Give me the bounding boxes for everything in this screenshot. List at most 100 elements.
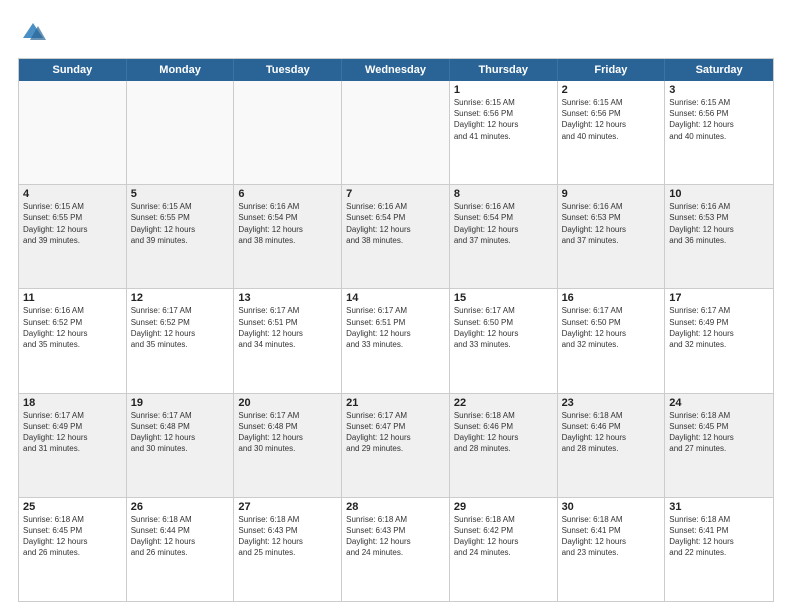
day-number: 20 xyxy=(238,397,337,409)
logo xyxy=(18,18,52,48)
calendar-week-4: 25Sunrise: 6:18 AM Sunset: 6:45 PM Dayli… xyxy=(19,498,773,601)
calendar-week-0: 1Sunrise: 6:15 AM Sunset: 6:56 PM Daylig… xyxy=(19,81,773,185)
cell-info: Sunrise: 6:17 AM Sunset: 6:52 PM Dayligh… xyxy=(131,305,230,350)
cell-info: Sunrise: 6:17 AM Sunset: 6:47 PM Dayligh… xyxy=(346,410,445,455)
cell-info: Sunrise: 6:15 AM Sunset: 6:56 PM Dayligh… xyxy=(454,97,553,142)
day-number: 4 xyxy=(23,188,122,200)
day-cell-1: 1Sunrise: 6:15 AM Sunset: 6:56 PM Daylig… xyxy=(450,81,558,184)
header-day-friday: Friday xyxy=(558,59,666,81)
calendar-week-3: 18Sunrise: 6:17 AM Sunset: 6:49 PM Dayli… xyxy=(19,394,773,498)
cell-info: Sunrise: 6:17 AM Sunset: 6:50 PM Dayligh… xyxy=(454,305,553,350)
day-number: 27 xyxy=(238,501,337,513)
cell-info: Sunrise: 6:16 AM Sunset: 6:54 PM Dayligh… xyxy=(238,201,337,246)
day-number: 30 xyxy=(562,501,661,513)
cell-info: Sunrise: 6:18 AM Sunset: 6:46 PM Dayligh… xyxy=(562,410,661,455)
day-number: 12 xyxy=(131,292,230,304)
header-day-tuesday: Tuesday xyxy=(234,59,342,81)
day-cell-31: 31Sunrise: 6:18 AM Sunset: 6:41 PM Dayli… xyxy=(665,498,773,601)
day-number: 19 xyxy=(131,397,230,409)
cell-info: Sunrise: 6:18 AM Sunset: 6:43 PM Dayligh… xyxy=(346,514,445,559)
day-number: 25 xyxy=(23,501,122,513)
day-cell-23: 23Sunrise: 6:18 AM Sunset: 6:46 PM Dayli… xyxy=(558,394,666,497)
empty-cell xyxy=(342,81,450,184)
day-number: 31 xyxy=(669,501,769,513)
day-cell-6: 6Sunrise: 6:16 AM Sunset: 6:54 PM Daylig… xyxy=(234,185,342,288)
day-cell-18: 18Sunrise: 6:17 AM Sunset: 6:49 PM Dayli… xyxy=(19,394,127,497)
day-cell-4: 4Sunrise: 6:15 AM Sunset: 6:55 PM Daylig… xyxy=(19,185,127,288)
day-number: 21 xyxy=(346,397,445,409)
day-cell-21: 21Sunrise: 6:17 AM Sunset: 6:47 PM Dayli… xyxy=(342,394,450,497)
cell-info: Sunrise: 6:17 AM Sunset: 6:51 PM Dayligh… xyxy=(346,305,445,350)
calendar-body: 1Sunrise: 6:15 AM Sunset: 6:56 PM Daylig… xyxy=(19,81,773,601)
day-cell-17: 17Sunrise: 6:17 AM Sunset: 6:49 PM Dayli… xyxy=(665,289,773,392)
day-number: 26 xyxy=(131,501,230,513)
day-number: 9 xyxy=(562,188,661,200)
cell-info: Sunrise: 6:17 AM Sunset: 6:49 PM Dayligh… xyxy=(669,305,769,350)
day-number: 28 xyxy=(346,501,445,513)
cell-info: Sunrise: 6:16 AM Sunset: 6:53 PM Dayligh… xyxy=(562,201,661,246)
day-number: 17 xyxy=(669,292,769,304)
header-day-saturday: Saturday xyxy=(665,59,773,81)
day-cell-28: 28Sunrise: 6:18 AM Sunset: 6:43 PM Dayli… xyxy=(342,498,450,601)
calendar-header: SundayMondayTuesdayWednesdayThursdayFrid… xyxy=(19,59,773,81)
logo-icon xyxy=(18,18,48,48)
header-day-monday: Monday xyxy=(127,59,235,81)
cell-info: Sunrise: 6:18 AM Sunset: 6:46 PM Dayligh… xyxy=(454,410,553,455)
header-day-thursday: Thursday xyxy=(450,59,558,81)
day-cell-16: 16Sunrise: 6:17 AM Sunset: 6:50 PM Dayli… xyxy=(558,289,666,392)
day-cell-9: 9Sunrise: 6:16 AM Sunset: 6:53 PM Daylig… xyxy=(558,185,666,288)
day-cell-2: 2Sunrise: 6:15 AM Sunset: 6:56 PM Daylig… xyxy=(558,81,666,184)
day-cell-22: 22Sunrise: 6:18 AM Sunset: 6:46 PM Dayli… xyxy=(450,394,558,497)
day-cell-25: 25Sunrise: 6:18 AM Sunset: 6:45 PM Dayli… xyxy=(19,498,127,601)
calendar-week-2: 11Sunrise: 6:16 AM Sunset: 6:52 PM Dayli… xyxy=(19,289,773,393)
day-number: 10 xyxy=(669,188,769,200)
day-cell-13: 13Sunrise: 6:17 AM Sunset: 6:51 PM Dayli… xyxy=(234,289,342,392)
day-number: 24 xyxy=(669,397,769,409)
cell-info: Sunrise: 6:18 AM Sunset: 6:42 PM Dayligh… xyxy=(454,514,553,559)
day-number: 22 xyxy=(454,397,553,409)
day-number: 13 xyxy=(238,292,337,304)
cell-info: Sunrise: 6:16 AM Sunset: 6:54 PM Dayligh… xyxy=(346,201,445,246)
day-number: 23 xyxy=(562,397,661,409)
day-cell-5: 5Sunrise: 6:15 AM Sunset: 6:55 PM Daylig… xyxy=(127,185,235,288)
day-number: 5 xyxy=(131,188,230,200)
day-number: 3 xyxy=(669,84,769,96)
day-number: 8 xyxy=(454,188,553,200)
cell-info: Sunrise: 6:15 AM Sunset: 6:56 PM Dayligh… xyxy=(669,97,769,142)
day-number: 16 xyxy=(562,292,661,304)
calendar: SundayMondayTuesdayWednesdayThursdayFrid… xyxy=(18,58,774,602)
day-cell-29: 29Sunrise: 6:18 AM Sunset: 6:42 PM Dayli… xyxy=(450,498,558,601)
header-day-wednesday: Wednesday xyxy=(342,59,450,81)
empty-cell xyxy=(127,81,235,184)
cell-info: Sunrise: 6:17 AM Sunset: 6:48 PM Dayligh… xyxy=(238,410,337,455)
day-number: 29 xyxy=(454,501,553,513)
day-number: 7 xyxy=(346,188,445,200)
day-number: 1 xyxy=(454,84,553,96)
cell-info: Sunrise: 6:18 AM Sunset: 6:45 PM Dayligh… xyxy=(669,410,769,455)
cell-info: Sunrise: 6:18 AM Sunset: 6:43 PM Dayligh… xyxy=(238,514,337,559)
day-number: 18 xyxy=(23,397,122,409)
cell-info: Sunrise: 6:16 AM Sunset: 6:52 PM Dayligh… xyxy=(23,305,122,350)
empty-cell xyxy=(19,81,127,184)
day-number: 11 xyxy=(23,292,122,304)
cell-info: Sunrise: 6:18 AM Sunset: 6:41 PM Dayligh… xyxy=(669,514,769,559)
empty-cell xyxy=(234,81,342,184)
day-cell-7: 7Sunrise: 6:16 AM Sunset: 6:54 PM Daylig… xyxy=(342,185,450,288)
page: SundayMondayTuesdayWednesdayThursdayFrid… xyxy=(0,0,792,612)
day-cell-3: 3Sunrise: 6:15 AM Sunset: 6:56 PM Daylig… xyxy=(665,81,773,184)
cell-info: Sunrise: 6:17 AM Sunset: 6:51 PM Dayligh… xyxy=(238,305,337,350)
cell-info: Sunrise: 6:18 AM Sunset: 6:45 PM Dayligh… xyxy=(23,514,122,559)
cell-info: Sunrise: 6:15 AM Sunset: 6:55 PM Dayligh… xyxy=(131,201,230,246)
day-cell-10: 10Sunrise: 6:16 AM Sunset: 6:53 PM Dayli… xyxy=(665,185,773,288)
day-number: 6 xyxy=(238,188,337,200)
day-number: 14 xyxy=(346,292,445,304)
day-cell-14: 14Sunrise: 6:17 AM Sunset: 6:51 PM Dayli… xyxy=(342,289,450,392)
cell-info: Sunrise: 6:18 AM Sunset: 6:44 PM Dayligh… xyxy=(131,514,230,559)
day-cell-27: 27Sunrise: 6:18 AM Sunset: 6:43 PM Dayli… xyxy=(234,498,342,601)
day-cell-8: 8Sunrise: 6:16 AM Sunset: 6:54 PM Daylig… xyxy=(450,185,558,288)
header xyxy=(18,18,774,48)
cell-info: Sunrise: 6:17 AM Sunset: 6:48 PM Dayligh… xyxy=(131,410,230,455)
day-cell-15: 15Sunrise: 6:17 AM Sunset: 6:50 PM Dayli… xyxy=(450,289,558,392)
cell-info: Sunrise: 6:15 AM Sunset: 6:55 PM Dayligh… xyxy=(23,201,122,246)
cell-info: Sunrise: 6:17 AM Sunset: 6:49 PM Dayligh… xyxy=(23,410,122,455)
